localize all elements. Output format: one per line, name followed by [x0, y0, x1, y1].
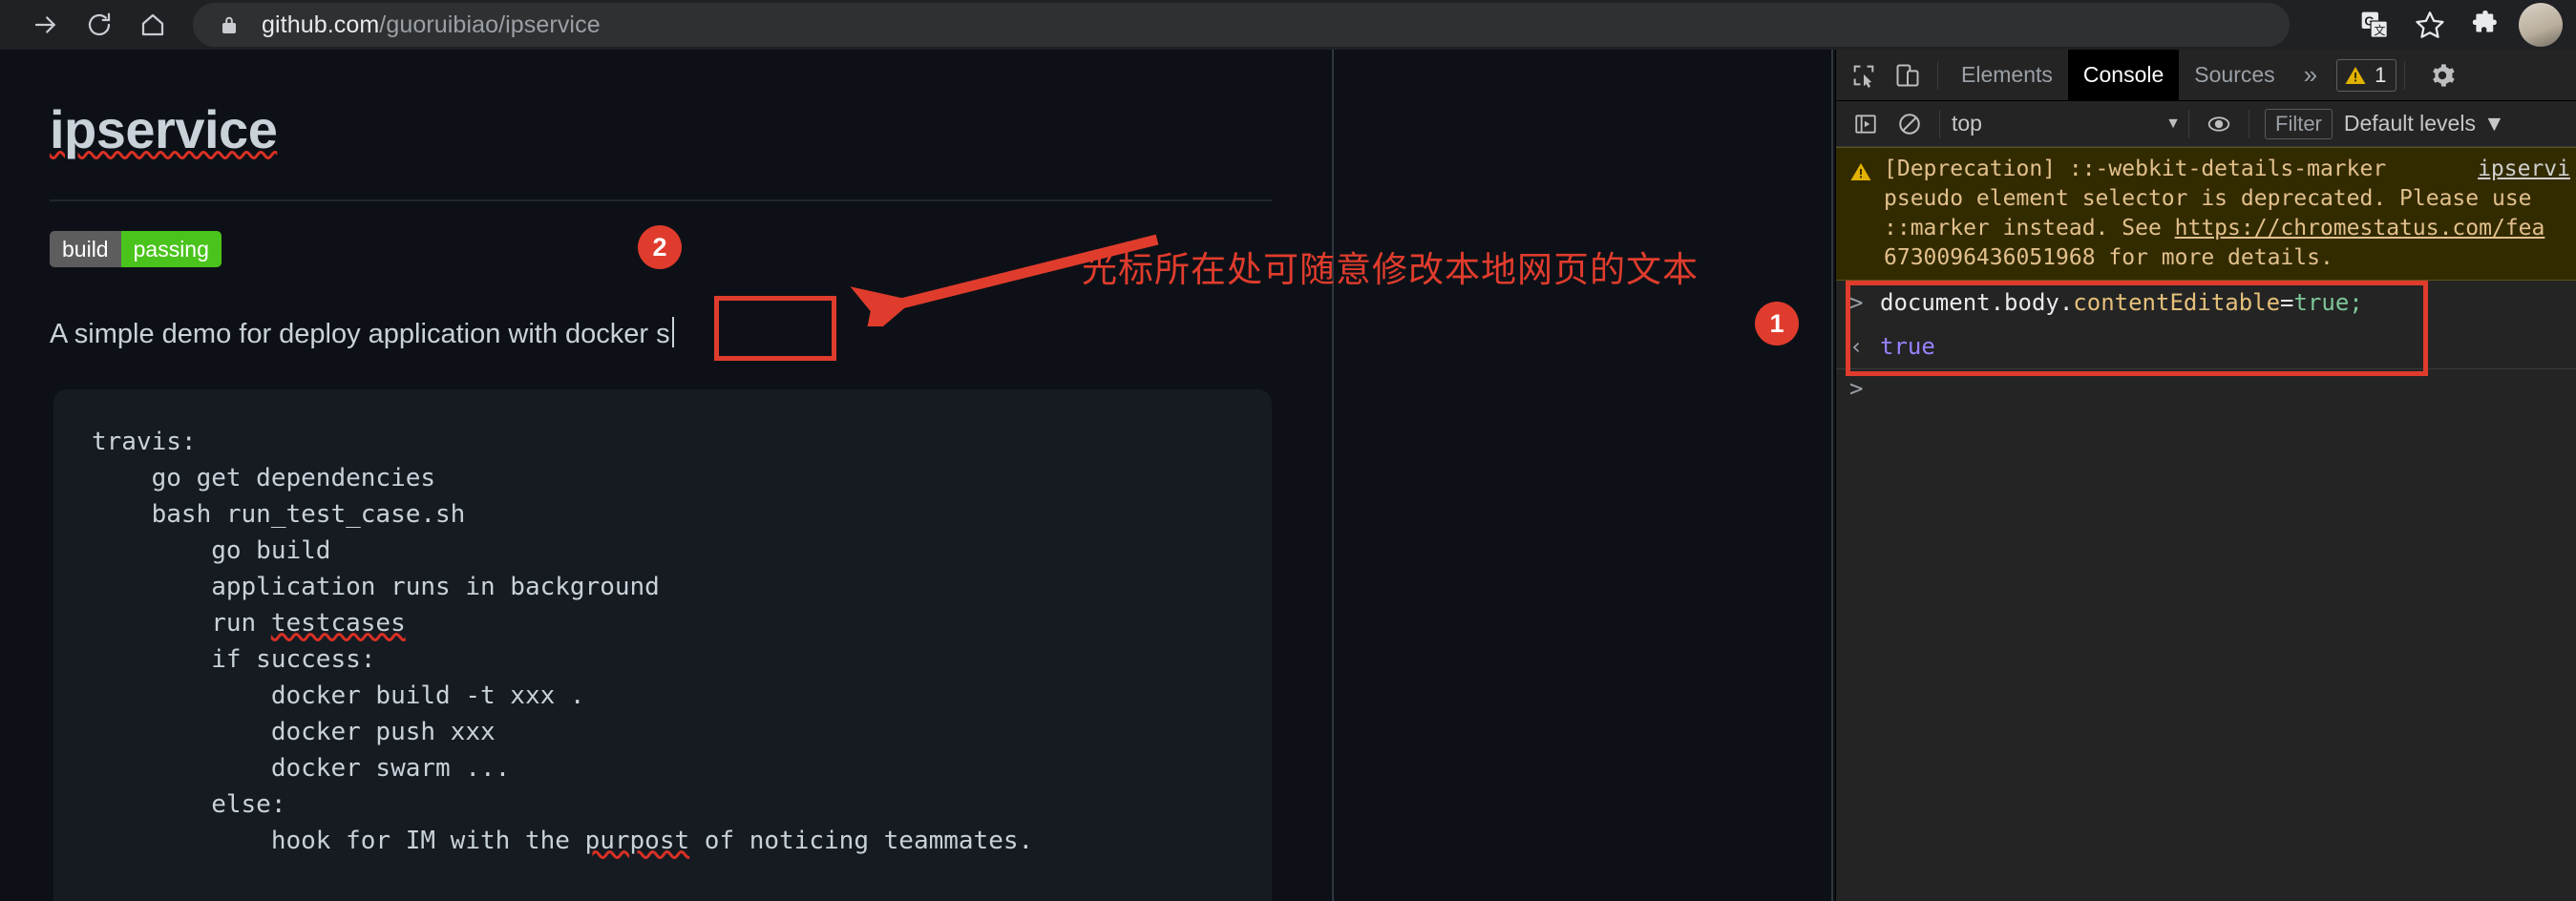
tab-sources[interactable]: Sources — [2179, 50, 2290, 101]
command-semicolon: ; — [2349, 289, 2363, 316]
console-command-group: > document.body.contentEditable=true; ‹ … — [1836, 281, 2576, 408]
home-icon[interactable] — [128, 0, 178, 50]
warning-count-chip[interactable]: 1 — [2336, 58, 2397, 92]
input-chevron-icon: > — [1849, 289, 1864, 316]
repo-title-text: ipservice — [50, 99, 278, 159]
console-input-row[interactable]: > document.body.contentEditable=true; — [1836, 281, 2576, 325]
console-command-text: document.body.contentEditable=true; — [1880, 286, 2363, 319]
code-misspelled-purpost: purpost — [584, 827, 690, 855]
badge-label-build: build — [50, 231, 121, 267]
warning-link[interactable]: https://chromestatus.com/fea — [2175, 216, 2545, 241]
annotation-note-text: 光标所在处可随意修改本地网页的文本 — [1082, 249, 1699, 290]
annotation-badge-2: 2 — [638, 225, 682, 269]
more-tabs-icon[interactable]: » — [2291, 50, 2331, 101]
code-line: if success: docker build -t xxx . docker… — [211, 645, 585, 855]
bookmark-star-icon[interactable] — [2402, 0, 2458, 50]
svg-text:文: 文 — [2374, 23, 2385, 37]
devtools-panel: Elements Console Sources » 1 top ▼ Filte… — [1835, 49, 2576, 901]
caret-highlight-box — [714, 296, 836, 361]
tab-elements[interactable]: Elements — [1946, 50, 2068, 101]
toolbar-divider — [1937, 60, 1938, 90]
url-text: github.com/guoruibiao/ipservice — [262, 11, 601, 39]
page-column-divider — [1332, 50, 1334, 901]
browser-toolbar: github.com/guoruibiao/ipservice G文 — [0, 0, 2576, 50]
live-expression-icon[interactable] — [2197, 102, 2241, 146]
log-levels-select[interactable]: Default levels ▼ — [2344, 111, 2505, 136]
code-line: travis: go get dependencies bash run_tes… — [92, 428, 660, 638]
annotation-badge-1: 1 — [1755, 302, 1799, 346]
gear-icon[interactable] — [2420, 53, 2464, 97]
badge-label-passing: passing — [120, 231, 222, 267]
command-equals: = — [2280, 289, 2294, 316]
code-line: of noticing teammates. — [689, 827, 1034, 855]
extensions-puzzle-icon[interactable] — [2458, 0, 2513, 50]
page-title: ipservice — [50, 99, 278, 159]
profile-avatar[interactable] — [2519, 3, 2563, 47]
filter-input[interactable]: Filter — [2265, 108, 2333, 139]
page-viewport: ipservice build passing A simple demo fo… — [0, 50, 1833, 901]
console-filter-bar: top ▼ Filter Default levels ▼ — [1836, 101, 2576, 147]
lock-icon — [218, 12, 241, 37]
page-column-divider-right — [1831, 50, 1833, 901]
filterbar-divider-2 — [2188, 109, 2189, 138]
chrome-right-icons: G文 — [2347, 0, 2576, 50]
command-object: document.body. — [1880, 289, 2074, 316]
url-path: /guoruibiao/ipservice — [379, 10, 601, 38]
tab-console[interactable]: Console — [2067, 49, 2180, 101]
clear-console-icon[interactable] — [1888, 102, 1932, 146]
warning-triangle-icon — [1849, 160, 1872, 273]
log-levels-value: Default levels — [2343, 111, 2476, 136]
warning-source-link[interactable]: ipservi — [2478, 155, 2570, 184]
description-text: A simple demo for deploy application wit… — [50, 319, 670, 349]
address-bar[interactable]: github.com/guoruibiao/ipservice — [193, 3, 2290, 47]
devtools-tabbar: Elements Console Sources » 1 — [1836, 49, 2576, 101]
console-warning-message[interactable]: [Deprecation] ::-webkit-details-marker p… — [1836, 147, 2576, 281]
filterbar-divider — [1939, 109, 1940, 138]
text-caret — [671, 317, 674, 347]
status-badge: build passing — [50, 231, 222, 267]
warning-text: [Deprecation] ::-webkit-details-marker p… — [1884, 155, 2544, 273]
warning-triangle-icon — [2345, 66, 2366, 84]
reload-icon[interactable] — [74, 0, 124, 50]
prompt-chevron-icon: > — [1849, 375, 1864, 402]
code-block: travis: go get dependencies bash run_tes… — [53, 389, 1272, 901]
console-output-row: ‹ true — [1836, 325, 2576, 368]
chevron-down-icon-levels: ▼ — [2482, 111, 2505, 136]
console-sidebar-icon[interactable] — [1844, 102, 1888, 146]
device-toolbar-icon[interactable] — [1886, 53, 1930, 97]
warning-line-1: [Deprecation] ::-webkit-details-marker — [1884, 157, 2387, 181]
editable-description[interactable]: A simple demo for deploy application wit… — [50, 317, 674, 350]
url-host: github.com — [262, 10, 380, 38]
console-result-value: true — [1880, 333, 1935, 360]
code-misspelled-testcases: testcases — [270, 609, 406, 638]
warning-line-3a: ::marker instead. See — [1884, 216, 2175, 241]
warning-count: 1 — [2375, 62, 2387, 87]
translate-icon[interactable]: G文 — [2347, 0, 2402, 50]
console-prompt-row[interactable]: > — [1836, 369, 2576, 408]
execution-context-value: top — [1952, 111, 1982, 136]
chevron-down-icon: ▼ — [2165, 115, 2181, 132]
inspect-element-icon[interactable] — [1842, 53, 1886, 97]
command-property: contentEditable — [2073, 289, 2281, 316]
warning-line-4: 6730096436051968 for more details. — [1884, 245, 2333, 270]
execution-context-select[interactable]: top ▼ — [1952, 111, 2181, 136]
toolbar-divider-2 — [2404, 60, 2406, 90]
forward-arrow-icon[interactable] — [21, 0, 71, 50]
navigation-buttons — [0, 0, 178, 50]
warning-line-2: pseudo element selector is deprecated. P… — [1884, 186, 2532, 211]
console-output[interactable]: [Deprecation] ::-webkit-details-marker p… — [1836, 147, 2576, 901]
command-value: true — [2293, 289, 2350, 316]
title-underline-rule — [50, 199, 1272, 201]
output-chevron-icon: ‹ — [1849, 333, 1864, 360]
